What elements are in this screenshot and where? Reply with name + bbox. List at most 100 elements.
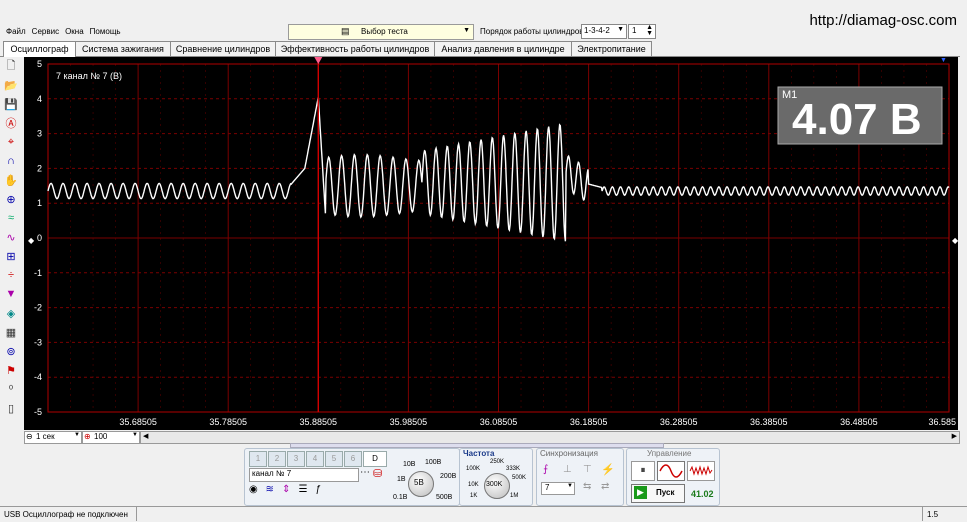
channel-button-3[interactable]: 3: [287, 451, 305, 467]
tab-cylinder-efficiency[interactable]: Эффективность работы цилиндров: [275, 41, 435, 56]
range-label-1b: 1B: [397, 476, 406, 483]
left-zero-marker-icon[interactable]: ◆: [28, 236, 34, 245]
probe-icon[interactable]: ⛁: [373, 467, 382, 480]
tab-power-supply[interactable]: Электропитание: [571, 41, 652, 56]
save-icon[interactable]: 💾: [3, 96, 19, 112]
x-tick-label: 35.78505: [209, 417, 247, 427]
sine-wave-icon: [659, 464, 683, 478]
tab-bar: Осциллограф Система зажигания Сравнение …: [0, 41, 960, 57]
menu-windows[interactable]: Окна: [65, 27, 84, 36]
open-folder-icon[interactable]: 📂: [3, 77, 19, 93]
zoom-icon[interactable]: ⊕: [3, 191, 19, 207]
frequency-title: Частота: [463, 449, 495, 458]
zero-icon[interactable]: ⁰: [3, 381, 19, 397]
start-button[interactable]: ▶ Пуск: [631, 484, 685, 503]
x-tick-label: 35.68505: [119, 417, 157, 427]
sync-arrows-icon[interactable]: ⇆: [583, 481, 591, 492]
sine-mode-button[interactable]: [657, 461, 685, 481]
auto-icon[interactable]: Ⓐ: [3, 115, 19, 131]
flag-icon[interactable]: ⚑: [3, 362, 19, 378]
pause-button[interactable]: ⏸: [631, 461, 655, 481]
grid-icon[interactable]: ▦: [3, 324, 19, 340]
frequency-knob[interactable]: 300K: [484, 473, 510, 499]
count-icon: ⊕: [84, 432, 91, 441]
vertical-arrows-icon[interactable]: ⇕: [282, 484, 296, 495]
tab-ignition[interactable]: Система зажигания: [75, 41, 171, 56]
tab-pressure-analysis[interactable]: Анализ давления в цилиндре: [434, 41, 572, 56]
channel-label: 7 канал № 7 (В): [56, 71, 122, 81]
control-title: Управление: [647, 449, 692, 458]
headphones-icon[interactable]: ∩: [3, 153, 19, 169]
channel-button-5[interactable]: 5: [325, 451, 343, 467]
right-zero-marker-icon[interactable]: ◆: [952, 236, 958, 245]
channel-button-4[interactable]: 4: [306, 451, 324, 467]
eye-icon[interactable]: ◉: [249, 484, 263, 495]
reference-icon[interactable]: ⊚: [3, 343, 19, 359]
scroll-right-icon[interactable]: ▶: [952, 432, 957, 440]
test-icon: ▤: [341, 26, 350, 36]
hand-icon[interactable]: ✋: [3, 172, 19, 188]
x-tick-label: 36.08505: [480, 417, 518, 427]
range-label-100b: 100B: [425, 459, 442, 466]
y-tick-label: 0: [37, 233, 42, 243]
menu-bar: Файл Сервис Окна Помощь: [0, 26, 280, 40]
cursor-icon[interactable]: ⌖: [3, 134, 19, 150]
oscilloscope-display[interactable]: 5 4 3 2 1 0 -1 -2 -3 -4 -5 35.68505 35.78505 35.8850…: [24, 57, 958, 430]
cylinder-order-group: Порядок работы цилиндров 1-3-4-2 ▼ 1 ▲ ▼: [476, 24, 686, 40]
top-right-marker-icon: ▼: [940, 57, 947, 64]
d-button[interactable]: D: [363, 451, 387, 467]
count-select[interactable]: ⊕ 100 ▼: [82, 431, 140, 444]
menu-help[interactable]: Помощь: [90, 27, 121, 36]
auto-sync-icon[interactable]: ⚡: [601, 463, 615, 476]
measure-icon[interactable]: ⊞: [3, 248, 19, 264]
waves-icon[interactable]: ≋: [266, 484, 280, 495]
cylinder-order-select[interactable]: 1-3-4-2 ▼: [581, 24, 627, 39]
scroll-left-icon[interactable]: ◀: [143, 432, 148, 440]
stepper-arrows-icon: ▲ ▼: [646, 24, 653, 37]
layers-icon[interactable]: ◈: [3, 305, 19, 321]
range-knob[interactable]: 5B: [408, 471, 434, 497]
sync-title: Синхронизация: [540, 449, 598, 458]
noise-mode-button[interactable]: [687, 461, 715, 481]
function-icon[interactable]: ƒ: [315, 484, 329, 495]
status-divider: [922, 507, 923, 521]
filter-icon[interactable]: ▼: [3, 286, 19, 302]
waves-icon[interactable]: ≈: [3, 210, 19, 226]
freq-label-333k: 333K: [506, 466, 521, 472]
sync-channel-select[interactable]: 7 ▼: [541, 482, 575, 495]
frequency-panel: Частота 250K 100K 333K 10K 500K 1K 1M 30…: [459, 448, 533, 506]
level-icon[interactable]: ⊤: [583, 464, 592, 475]
channel-button-6[interactable]: 6: [344, 451, 362, 467]
y-tick-label: 4: [37, 94, 42, 104]
channel-name-field[interactable]: канал № 7: [249, 468, 359, 482]
cylinder-order-label: Порядок работы цилиндров: [480, 27, 584, 36]
chevron-down-icon: ▼: [617, 26, 624, 33]
x-tick-label: 36.585: [928, 417, 956, 427]
cylinder-order-value: 1-3-4-2: [584, 26, 610, 35]
channel-buttons: 123456D: [249, 451, 388, 467]
sync-adjust-icon[interactable]: ⇄: [601, 481, 609, 492]
tab-cylinder-compare[interactable]: Сравнение цилиндров: [170, 41, 276, 56]
fps-value: 41.02: [691, 489, 714, 499]
test-select[interactable]: ▤ Выбор теста ▼: [288, 24, 474, 40]
chevron-down-icon: ▼: [74, 432, 80, 438]
center-line-icon[interactable]: ÷: [3, 267, 19, 283]
channel-button-2[interactable]: 2: [268, 451, 286, 467]
range-label-200b: 200B: [440, 473, 457, 480]
lines-icon[interactable]: ☰: [299, 484, 313, 495]
falling-edge-icon[interactable]: ⊥: [563, 464, 572, 475]
time-scale-select[interactable]: ⊖ 1 сек ▼: [24, 431, 82, 444]
menu-file[interactable]: Файл: [6, 27, 26, 36]
new-file-icon[interactable]: 🗋: [3, 58, 19, 74]
tab-oscilloscope[interactable]: Осциллограф: [3, 41, 76, 57]
rising-edge-icon[interactable]: ⨍: [543, 464, 548, 475]
menu-service[interactable]: Сервис: [32, 27, 59, 36]
more-icon[interactable]: ⋯: [360, 467, 370, 478]
channel-button-1[interactable]: 1: [249, 451, 267, 467]
control-panel: Управление ⏸ ▶ Пуск 41.02: [626, 448, 720, 506]
cylinder-stepper[interactable]: 1 ▲ ▼: [628, 24, 656, 39]
wave-sync-icon[interactable]: ∿: [3, 229, 19, 245]
frequency-value: 300K: [486, 481, 503, 488]
note-icon[interactable]: ▯: [3, 400, 19, 416]
range-label-500b: 500B: [436, 494, 453, 501]
